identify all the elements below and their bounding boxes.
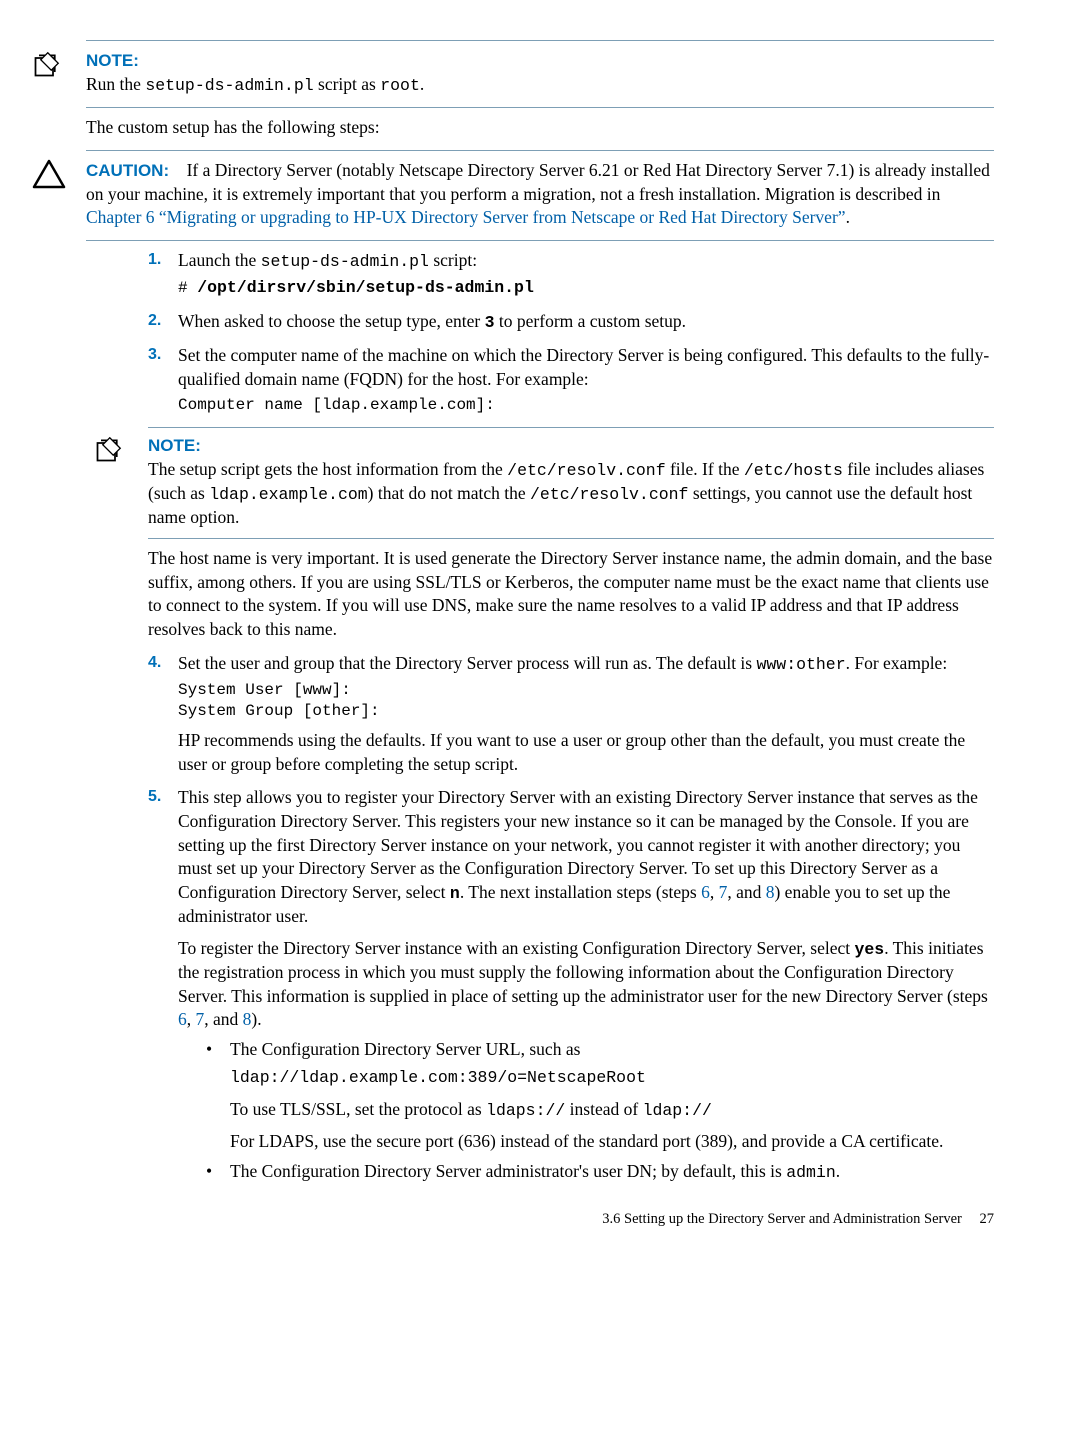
step-2: 2. When asked to choose the setup type, … [148, 310, 994, 334]
step-3-followup: The host name is very important. It is u… [148, 547, 994, 642]
note-heading: NOTE: [148, 436, 201, 455]
caution-triangle-icon [32, 159, 66, 189]
section-title: 3.6 Setting up the Directory Server and … [602, 1211, 962, 1227]
step-link-6[interactable]: 6 [178, 1009, 187, 1029]
command-block: # /opt/dirsrv/sbin/setup-ds-admin.pl [178, 277, 994, 300]
steps-list: 1. Launch the setup-ds-admin.pl script: … [148, 249, 994, 417]
bullet-list: • The Configuration Directory Server URL… [206, 1038, 994, 1184]
pencil-note-icon [32, 51, 60, 79]
step-4: 4. Set the user and group that the Direc… [148, 652, 994, 777]
step-1: 1. Launch the setup-ds-admin.pl script: … [148, 249, 994, 300]
step-number: 5. [148, 786, 161, 808]
page-footer: 3.6 Setting up the Directory Server and … [86, 1210, 994, 1230]
step-number: 3. [148, 344, 161, 366]
step-5: 5. This step allows you to register your… [148, 786, 994, 1184]
list-item: • The Configuration Directory Server adm… [206, 1160, 994, 1184]
note-heading: NOTE: [86, 51, 139, 70]
step-number: 2. [148, 310, 161, 332]
migration-chapter-link[interactable]: Chapter 6 “Migrating or upgrading to HP-… [86, 207, 846, 227]
step-3: 3. Set the computer name of the machine … [148, 344, 994, 417]
caution-block: CAUTION: If a Directory Server (notably … [86, 159, 994, 230]
caution-text: If a Directory Server (notably Netscape … [86, 160, 990, 228]
step-number: 4. [148, 652, 161, 674]
pencil-note-icon [94, 436, 122, 464]
note-text: Run the setup-ds-admin.pl script as root… [86, 74, 424, 94]
step-link-6[interactable]: 6 [701, 882, 710, 902]
page-number: 27 [980, 1211, 995, 1227]
code-output: System User [www]: System Group [other]: [178, 680, 994, 723]
note-block: NOTE: The setup script gets the host inf… [148, 434, 994, 530]
note-block: NOTE: Run the setup-ds-admin.pl script a… [86, 49, 994, 97]
list-item: • The Configuration Directory Server URL… [206, 1038, 994, 1154]
note-text: The setup script gets the host informati… [148, 459, 984, 528]
bullet-icon: • [206, 1160, 212, 1184]
step-number: 1. [148, 249, 161, 271]
caution-heading: CAUTION: [86, 161, 169, 180]
code-output: Computer name [ldap.example.com]: [178, 395, 994, 417]
step-link-7[interactable]: 7 [196, 1009, 205, 1029]
bullet-icon: • [206, 1038, 212, 1062]
intro-line: The custom setup has the following steps… [86, 116, 994, 140]
